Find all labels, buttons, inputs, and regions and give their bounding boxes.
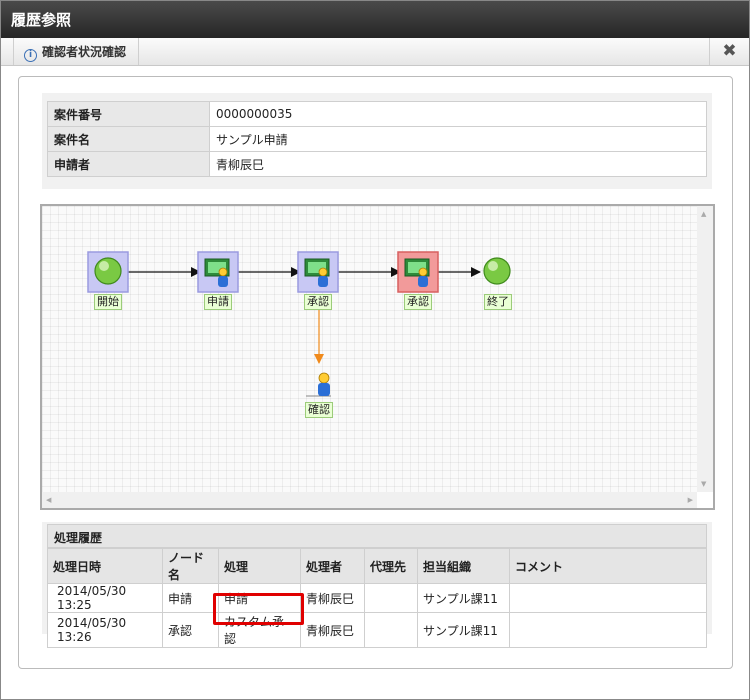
scroll-left-icon[interactable]: ◀ (46, 496, 51, 504)
flow-label-confirm: 確認 (305, 402, 333, 418)
tab-confirmer-status[interactable]: i 確認者状況確認 (13, 38, 140, 65)
cell-comment (509, 583, 707, 613)
table-row: 2014/05/30 13:25 申請 申請 青柳辰巳 サンプル課11 (47, 583, 707, 613)
cell-datetime: 2014/05/30 13:26 (47, 612, 163, 648)
flow-node-approve-1[interactable] (297, 251, 339, 293)
flow-node-end[interactable] (483, 257, 511, 285)
col-proxy: 代理先 (364, 548, 418, 584)
history-window: 履歴参照 i 確認者状況確認 ✖ 案件番号 0000000035 案件名 サンプル… (0, 0, 750, 700)
applicant-label: 申請者 (47, 151, 210, 177)
table-row: 2014/05/30 13:26 承認 カスタム承認 青柳辰巳 サンプル課11 (47, 612, 707, 648)
flow-node-approve-2[interactable] (397, 251, 439, 293)
history-header-row: 処理日時 ノード名 処理 処理者 代理先 担当組織 コメント (47, 548, 707, 584)
scroll-down-icon[interactable]: ▼ (701, 480, 706, 488)
applicant-value: 青柳辰巳 (209, 151, 707, 177)
flow-node-apply[interactable] (197, 251, 239, 293)
col-comment: コメント (509, 548, 707, 584)
case-name-label: 案件名 (47, 126, 210, 152)
info-icon: i (24, 49, 37, 62)
content-panel: 案件番号 0000000035 案件名 サンプル申請 申請者 青柳辰巳 開始 申… (18, 76, 733, 669)
cell-processor: 青柳辰巳 (300, 612, 365, 648)
cell-organization: サンプル課11 (417, 612, 510, 648)
flow-diagram[interactable]: 開始 申請 承認 承認 終了 確認 ▲ ▼ ◀ ▶ (40, 204, 715, 510)
scroll-up-icon[interactable]: ▲ (701, 210, 706, 218)
case-number-value: 0000000035 (209, 101, 707, 127)
toolbar: i 確認者状況確認 ✖ (1, 38, 749, 66)
case-info-box: 案件番号 0000000035 案件名 サンプル申請 申請者 青柳辰巳 (42, 93, 712, 189)
history-box: 処理履歴 処理日時 ノード名 処理 処理者 代理先 担当組織 コメント 2014… (42, 522, 712, 648)
cell-comment (509, 612, 707, 648)
scroll-right-icon[interactable]: ▶ (688, 496, 693, 504)
scroll-corner (697, 492, 713, 508)
col-datetime: 処理日時 (47, 548, 163, 584)
cell-node-name: 申請 (162, 583, 219, 613)
cell-proxy (364, 612, 418, 648)
flow-label-approve-1: 承認 (304, 294, 332, 310)
flow-label-apply: 申請 (204, 294, 232, 310)
case-number-row: 案件番号 0000000035 (47, 101, 707, 127)
highlight-box (213, 593, 304, 625)
horizontal-scrollbar[interactable]: ◀ ▶ (42, 492, 697, 508)
flow-label-approve-2: 承認 (404, 294, 432, 310)
flow-node-start[interactable] (87, 251, 129, 293)
case-number-label: 案件番号 (47, 101, 210, 127)
case-name-value: サンプル申請 (209, 126, 707, 152)
cell-node-name: 承認 (162, 612, 219, 648)
case-name-row: 案件名 サンプル申請 (47, 126, 707, 152)
cell-proxy (364, 583, 418, 613)
col-node-name: ノード名 (162, 548, 219, 584)
col-process: 処理 (218, 548, 301, 584)
col-organization: 担当組織 (417, 548, 510, 584)
cell-organization: サンプル課11 (417, 583, 510, 613)
vertical-scrollbar[interactable]: ▲ ▼ (697, 206, 713, 492)
tab-label: 確認者状況確認 (42, 45, 127, 59)
cell-processor: 青柳辰巳 (300, 583, 365, 613)
case-info-table: 案件番号 0000000035 案件名 サンプル申請 申請者 青柳辰巳 (47, 101, 707, 177)
history-title: 処理履歴 (47, 524, 707, 548)
close-button[interactable]: ✖ (709, 38, 749, 65)
flow-label-start: 開始 (94, 294, 122, 310)
flow-node-confirm[interactable] (306, 372, 331, 397)
flow-svg (87, 251, 511, 397)
applicant-row: 申請者 青柳辰巳 (47, 151, 707, 177)
col-processor: 処理者 (300, 548, 365, 584)
history-table: 処理日時 ノード名 処理 処理者 代理先 担当組織 コメント 2014/05/3… (47, 548, 707, 648)
flow-label-end: 終了 (484, 294, 512, 310)
window-title: 履歴参照 (1, 1, 749, 38)
cell-datetime: 2014/05/30 13:25 (47, 583, 163, 613)
